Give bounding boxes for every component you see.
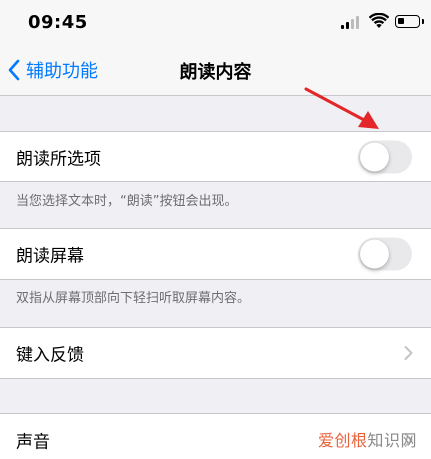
watermark: 爱创根知识网 xyxy=(318,427,417,451)
typing-feedback-cell[interactable]: 键入反馈 xyxy=(0,327,431,379)
toggle-knob xyxy=(360,239,389,269)
wifi-icon xyxy=(369,13,389,28)
speak-selection-footer: 当您选择文本时，“朗读”按钮会出现。 xyxy=(16,194,238,209)
status-time: 09:45 xyxy=(28,12,88,33)
toggle-knob xyxy=(360,142,389,171)
status-bar: 09:45 xyxy=(0,0,431,44)
speak-screen-label: 朗读屏幕 xyxy=(16,246,84,267)
typing-feedback-label: 键入反馈 xyxy=(16,345,84,366)
signal-icon xyxy=(341,16,361,29)
speak-selection-label: 朗读所选项 xyxy=(16,149,101,169)
watermark-rest: 知识网 xyxy=(367,431,417,450)
page-title: 朗读内容 xyxy=(179,62,252,83)
voices-label: 声音 xyxy=(16,432,50,452)
battery-icon xyxy=(395,15,424,28)
chevron-right-icon xyxy=(404,346,413,360)
annotation-arrow-icon xyxy=(304,87,379,129)
speak-selection-toggle[interactable] xyxy=(358,140,412,173)
watermark-accent: 爱创根 xyxy=(317,431,368,450)
speak-screen-toggle[interactable] xyxy=(358,237,412,271)
speak-screen-footer: 双指从屏幕顶部向下轻扫听取屏幕内容。 xyxy=(16,291,251,306)
speak-screen-cell: 朗读屏幕 xyxy=(0,228,431,280)
